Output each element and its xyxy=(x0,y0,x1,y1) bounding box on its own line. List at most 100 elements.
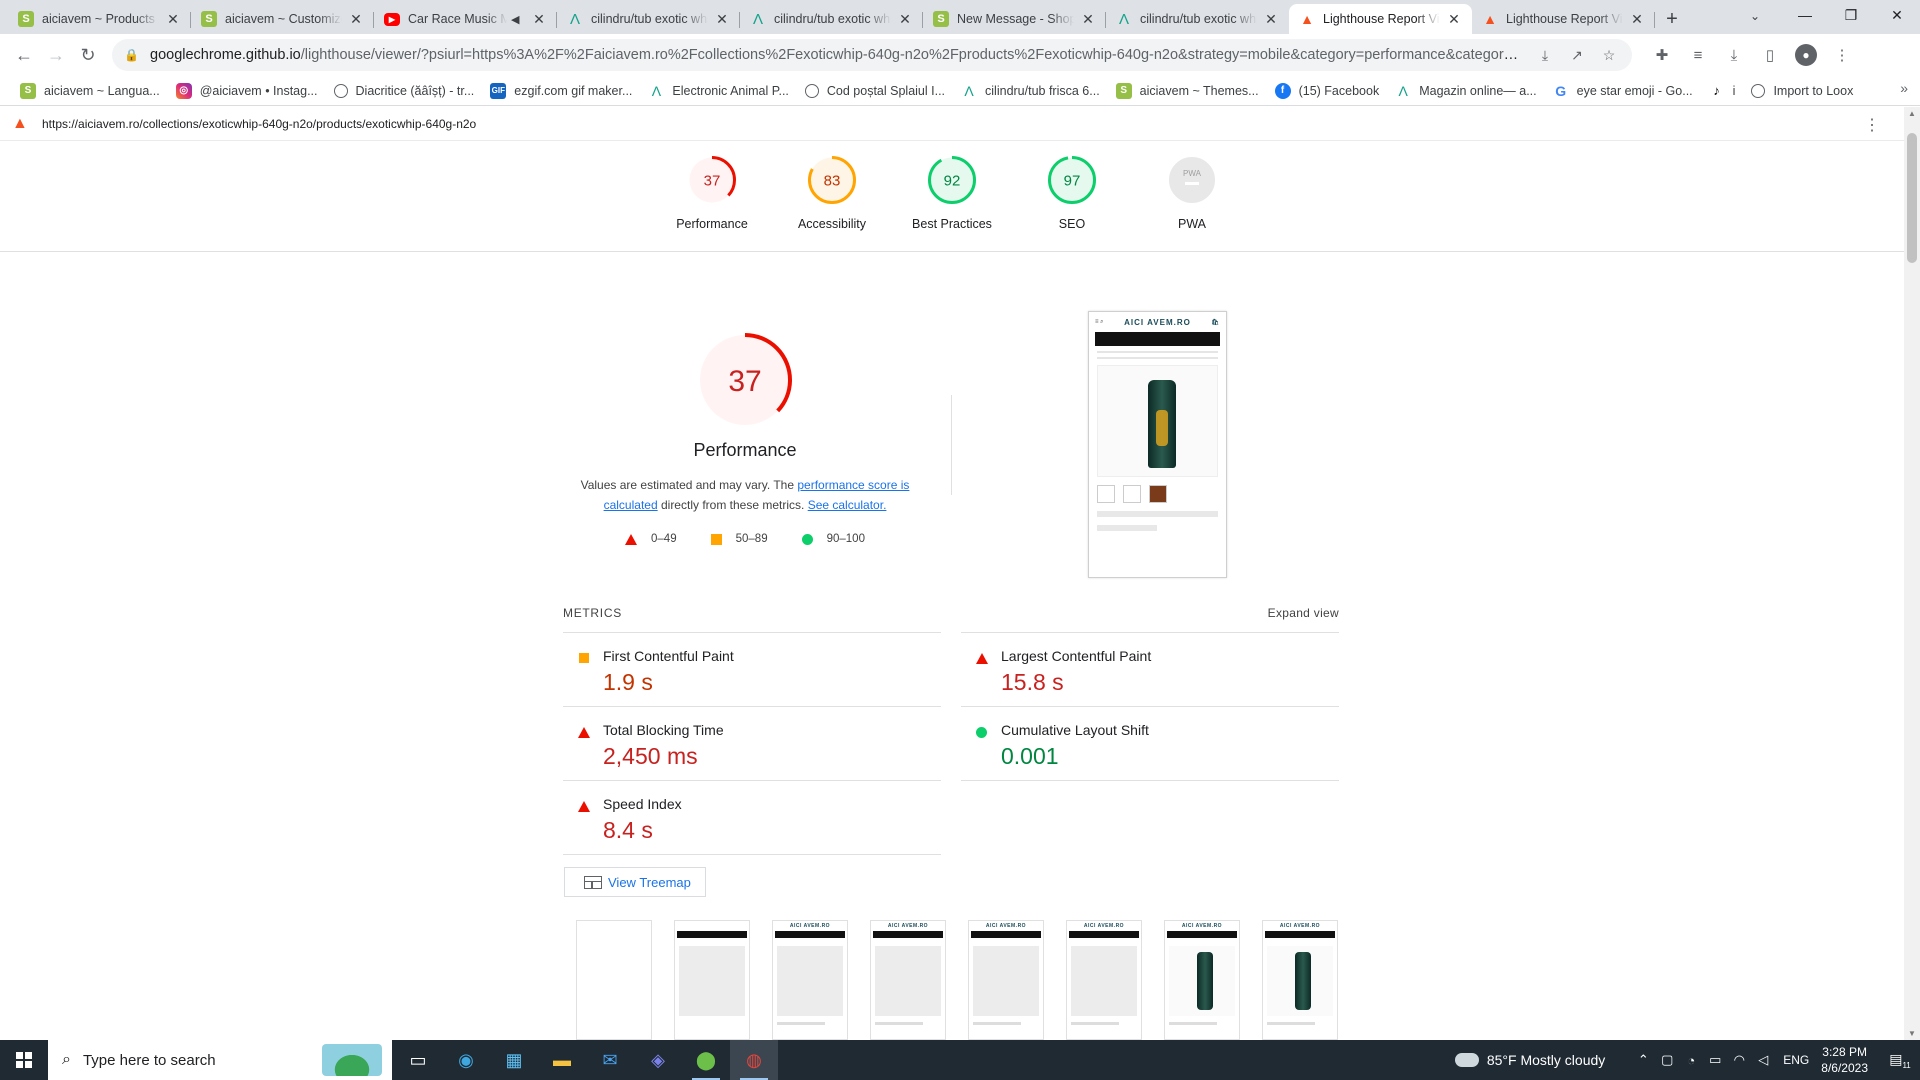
more-bookmarks-icon[interactable]: » xyxy=(1900,80,1908,96)
browser-tab[interactable]: Saiciavem ~ Customize C ✕ xyxy=(191,4,374,34)
utorrent-icon[interactable]: ⬤ xyxy=(682,1040,730,1080)
browser-tab[interactable]: S New Message - Shopi ✕ xyxy=(923,4,1106,34)
gauge-accessibility[interactable]: 83 Accessibility xyxy=(782,155,882,231)
bookmark-item[interactable]: Geye star emoji - Go... xyxy=(1545,78,1701,104)
clock[interactable]: 3:28 PM 8/6/2023 xyxy=(1821,1044,1868,1076)
close-tab-icon[interactable]: ✕ xyxy=(714,11,730,27)
reading-list-icon[interactable]: ≡ xyxy=(1682,39,1714,71)
language-indicator[interactable]: ENG xyxy=(1783,1053,1809,1067)
meet-icon[interactable]: ▢ xyxy=(1655,1052,1679,1068)
browser-tab[interactable]: ▶ Car Race Music Mi ◀ ✕ xyxy=(374,4,557,34)
task-view-icon[interactable]: ▭ xyxy=(394,1040,442,1080)
browser-toolbar: ← → ↻ 🔒 googlechrome.github.io/lighthous… xyxy=(0,34,1920,76)
bookmark-item[interactable]: ◎ @aiciavem • Instag... xyxy=(168,78,326,104)
bookmark-item[interactable]: Saiciavem ~ Themes... xyxy=(1108,78,1267,104)
chrome-taskbar-icon[interactable]: ◍ xyxy=(730,1040,778,1080)
bookmark-item[interactable]: Diacritice (ăâîșț) - tr... xyxy=(326,78,483,104)
tray-app-icon[interactable]: ◔ xyxy=(1679,1053,1703,1068)
close-tab-icon[interactable]: ✕ xyxy=(348,11,364,27)
filmstrip-frame[interactable]: AICI AVEM.RO xyxy=(1164,920,1240,1040)
gauge-pwa[interactable]: PWA PWA xyxy=(1142,155,1242,231)
close-tab-icon[interactable]: ✕ xyxy=(1629,11,1645,27)
bookmark-item[interactable]: Λ Electronic Animal P... xyxy=(640,78,797,104)
minimize-button[interactable]: — xyxy=(1782,0,1828,30)
chrome-menu-icon[interactable]: ⋮ xyxy=(1826,39,1858,71)
bookmark-item[interactable]: GIF ezgif.com gif maker... xyxy=(482,78,640,104)
see-calculator-link[interactable]: See calculator. xyxy=(808,498,887,512)
browser-tab[interactable]: Λcilindru/tub exotic whi ✕ xyxy=(740,4,923,34)
volume-icon[interactable]: ◁ xyxy=(1751,1052,1775,1068)
bookmark-item[interactable]: ♪ i xyxy=(1701,78,1744,104)
address-bar[interactable]: 🔒 googlechrome.github.io/lighthouse/view… xyxy=(112,39,1632,71)
tab-search-icon[interactable]: ⌄ xyxy=(1740,4,1770,28)
browser-tab[interactable]: Λcilindru/tub exotic whi ✕ xyxy=(1106,4,1289,34)
filmstrip-frame[interactable]: AICI AVEM.RO xyxy=(968,920,1044,1040)
bookmark-item[interactable]: Import to Loox xyxy=(1743,78,1861,104)
gauge-best-practices[interactable]: 92 Best Practices xyxy=(902,155,1002,231)
view-treemap-button[interactable]: View Treemap xyxy=(564,867,706,897)
address-url[interactable]: googlechrome.github.io/lighthouse/viewer… xyxy=(150,47,1524,63)
bookmark-star-icon[interactable]: ☆ xyxy=(1598,47,1620,64)
store-icon[interactable]: ▦ xyxy=(490,1040,538,1080)
downloads-icon[interactable]: ⤓ xyxy=(1718,39,1750,71)
scrollbar-thumb[interactable] xyxy=(1907,133,1917,263)
filmstrip-frame[interactable]: AICI AVEM.RO xyxy=(1262,920,1338,1040)
lock-icon[interactable]: 🔒 xyxy=(124,48,140,62)
close-tab-icon[interactable]: ✕ xyxy=(1080,11,1096,27)
metric-largest-contentful-paint: Largest Contentful Paint 15.8 s xyxy=(961,632,1339,706)
close-tab-icon[interactable]: ✕ xyxy=(1263,11,1279,27)
filmstrip-frame[interactable] xyxy=(576,920,652,1040)
expand-view-toggle[interactable]: Expand view xyxy=(1268,606,1339,620)
close-tab-icon[interactable]: ✕ xyxy=(1446,11,1462,27)
gauge-ring: PWA xyxy=(1169,157,1215,203)
back-button[interactable]: ← xyxy=(8,39,40,71)
filmstrip-frame[interactable]: AICI AVEM.RO xyxy=(1066,920,1142,1040)
bookmark-item[interactable]: Saiciavem ~ Langua... xyxy=(12,78,168,104)
mail-icon[interactable]: ✉ xyxy=(586,1040,634,1080)
wifi-icon[interactable]: ◠ xyxy=(1727,1052,1751,1068)
close-tab-icon[interactable]: ✕ xyxy=(531,11,547,27)
report-menu-icon[interactable]: ⋮ xyxy=(1864,115,1880,135)
extensions-puzzle-icon[interactable]: ✚ xyxy=(1646,39,1678,71)
bookmark-item[interactable]: Cod poștal Splaiul I... xyxy=(797,78,953,104)
notifications-icon[interactable]: ▤11 xyxy=(1880,1051,1920,1070)
new-tab-button[interactable]: + xyxy=(1655,4,1689,34)
gauge-seo[interactable]: 97 SEO xyxy=(1022,155,1122,231)
install-icon[interactable]: ⤓ xyxy=(1534,47,1556,64)
bookmark-item[interactable]: Λcilindru/tub frisca 6... xyxy=(953,78,1108,104)
start-button[interactable] xyxy=(0,1040,48,1080)
filmstrip-frame[interactable] xyxy=(674,920,750,1040)
profile-avatar-icon[interactable]: ● xyxy=(1795,44,1817,66)
teams-icon[interactable]: ◈ xyxy=(634,1040,682,1080)
forward-button[interactable]: → xyxy=(40,39,72,71)
chevron-up-icon[interactable]: ⌃ xyxy=(1631,1052,1655,1068)
battery-icon[interactable]: ▭ xyxy=(1703,1052,1727,1068)
file-explorer-icon[interactable]: ▬ xyxy=(538,1040,586,1080)
close-tab-icon[interactable]: ✕ xyxy=(165,11,181,27)
filmstrip-frame[interactable]: AICI AVEM.RO xyxy=(772,920,848,1040)
weather-widget[interactable]: 85°F Mostly cloudy xyxy=(1452,1047,1605,1068)
bookmark-item[interactable]: f (15) Facebook xyxy=(1267,78,1388,104)
edge-icon[interactable]: ◉ xyxy=(442,1040,490,1080)
browser-tab[interactable]: Saiciavem ~ Products ~ c ✕ xyxy=(8,4,191,34)
taskbar-search[interactable]: ⌕ Type here to search xyxy=(48,1040,392,1080)
scroll-down-icon[interactable]: ▼ xyxy=(1904,1029,1920,1038)
final-screenshot[interactable]: AICI AVEM.RO xyxy=(1088,311,1227,578)
browser-tab[interactable]: Λcilindru/tub exotic whi ✕ xyxy=(557,4,740,34)
share-icon[interactable]: ↗ xyxy=(1566,47,1588,64)
side-panel-icon[interactable]: ▯ xyxy=(1754,39,1786,71)
restore-button[interactable]: ❐ xyxy=(1828,0,1874,30)
gauge-performance[interactable]: 37 Performance xyxy=(662,155,762,231)
close-window-button[interactable]: ✕ xyxy=(1874,0,1920,30)
close-tab-icon[interactable]: ✕ xyxy=(897,11,913,27)
reload-button[interactable]: ↻ xyxy=(72,39,104,71)
report-content: 37 Performance Values are estimated and … xyxy=(0,252,1904,1040)
scroll-up-icon[interactable]: ▲ xyxy=(1904,109,1920,118)
browser-tab[interactable]: ▲ Lighthouse Report Vie ✕ xyxy=(1472,4,1655,34)
bookmark-item[interactable]: Λ Magazin online— a... xyxy=(1387,78,1544,104)
page-scrollbar[interactable]: ▲ ▼ xyxy=(1904,107,1920,1040)
report-url[interactable]: https://aiciavem.ro/collections/exoticwh… xyxy=(42,117,476,131)
audio-playing-icon[interactable]: ◀ xyxy=(511,13,525,26)
browser-tab[interactable]: ▲ Lighthouse Report Vie ✕ xyxy=(1289,4,1472,34)
filmstrip-frame[interactable]: AICI AVEM.RO xyxy=(870,920,946,1040)
